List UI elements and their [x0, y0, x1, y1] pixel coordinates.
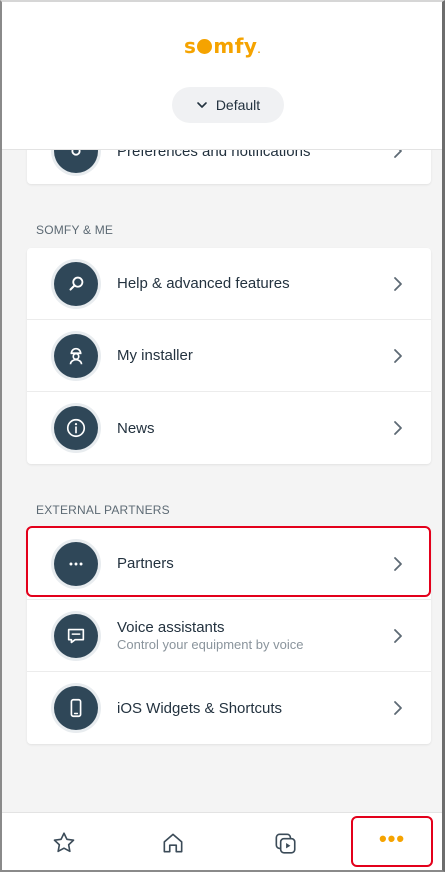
help-label: Help & advanced features [117, 275, 290, 292]
section-title-external-partners: EXTERNAL PARTNERS [36, 503, 170, 517]
scenarios-play-icon [275, 833, 296, 854]
chevron-right-icon [394, 348, 402, 363]
row-voice-assistants[interactable]: Voice assistants Control your equipment … [27, 600, 431, 672]
home-icon [163, 833, 183, 853]
info-icon [54, 406, 98, 450]
chevron-right-icon [394, 421, 402, 435]
tab-more[interactable]: ••• [362, 813, 422, 872]
partners-label: Partners [117, 555, 174, 572]
app-header: s mfy. Default [0, 0, 445, 150]
search-icon [54, 261, 98, 306]
chat-bubble-icon [54, 613, 98, 658]
voice-assistants-subtitle: Control your equipment by voice [117, 637, 304, 652]
ios-widgets-label: iOS Widgets & Shortcuts [117, 699, 283, 717]
chevron-right-icon [394, 276, 402, 291]
chevron-right-icon [394, 701, 402, 715]
voice-assistants-label: Voice assistants Control your equipment … [117, 619, 303, 652]
row-my-installer[interactable]: My installer [27, 320, 431, 392]
chevron-right-icon [394, 628, 402, 643]
row-news[interactable]: News [27, 392, 431, 464]
installer-label: My installer [117, 347, 193, 364]
star-icon [53, 832, 75, 853]
chevron-right-icon [394, 556, 402, 571]
installer-icon [54, 333, 98, 378]
tab-scenarios[interactable] [255, 813, 315, 872]
bottom-tab-bar: ••• [0, 812, 445, 872]
row-partners[interactable]: Partners [27, 528, 431, 600]
tab-favorites[interactable] [34, 813, 94, 872]
section-title-somfy-me: SOMFY & ME [36, 223, 114, 237]
tab-home[interactable] [143, 813, 203, 872]
somfy-me-card: Help & advanced features My installer Ne… [27, 248, 431, 464]
phone-icon [54, 686, 98, 730]
somfy-logo: s mfy. [183, 34, 262, 58]
more-dots-icon: ••• [378, 826, 406, 851]
chevron-down-icon [197, 102, 207, 108]
external-partners-card: Partners Voice assistants Control your e… [27, 528, 431, 744]
row-ios-widgets-shortcuts[interactable]: iOS Widgets & Shortcuts [27, 672, 431, 744]
house-selector[interactable]: Default [172, 87, 284, 123]
more-dots-icon [54, 541, 98, 586]
voice-assistants-title: Voice assistants [117, 619, 225, 636]
house-selector-label: Default [215, 97, 261, 113]
row-help-advanced-features[interactable]: Help & advanced features [27, 248, 431, 320]
news-label: News [117, 419, 155, 437]
